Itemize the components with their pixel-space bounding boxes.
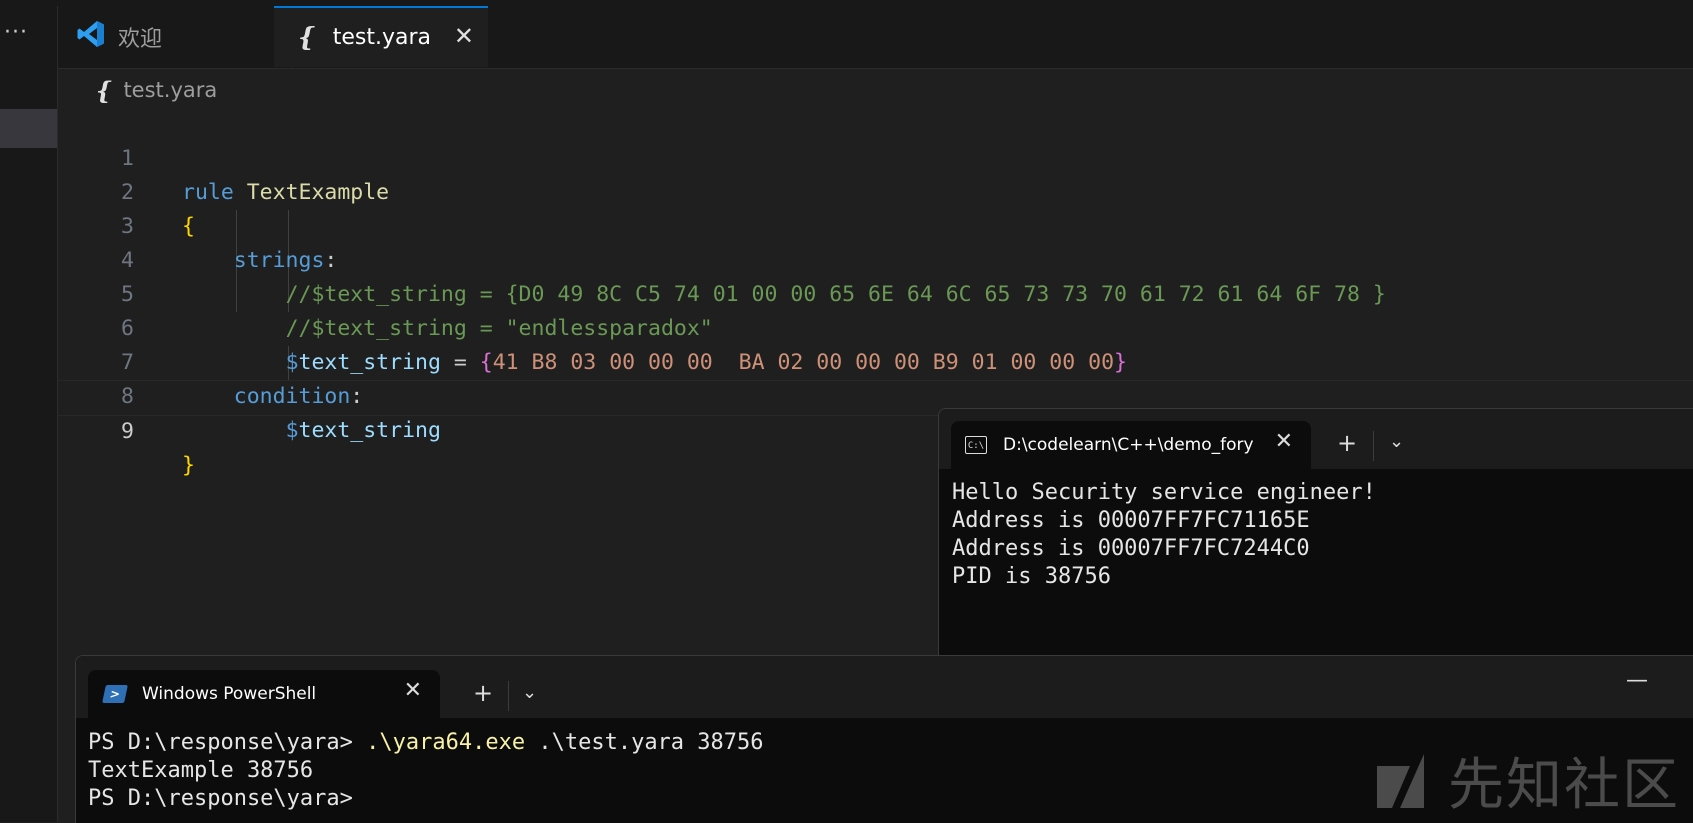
breadcrumb[interactable]: { test.yara [96, 72, 217, 108]
output-line: Address is 00007FF7FC7244C0 [952, 536, 1310, 561]
code-line-3: 3 strings: [58, 176, 1693, 273]
tab-welcome-label: 欢迎 [118, 27, 163, 52]
tab-test-yara-label: test.yara [332, 25, 432, 50]
console-window[interactable]: C:\ D:\codelearn\C++\demo_fory ✕ + ⌄ Hel… [938, 408, 1693, 666]
console-tab[interactable]: C:\ D:\codelearn\C++\demo_fory ✕ [951, 421, 1311, 469]
console-tab-title: D:\codelearn\C++\demo_fory [1003, 435, 1253, 455]
editor-tab-bar: 欢迎 { test.yara ✕ [58, 6, 1693, 69]
breadcrumb-file-label: test.yara [123, 78, 218, 102]
close-icon[interactable]: ✕ [404, 678, 422, 703]
tab-welcome[interactable]: 欢迎 [58, 6, 293, 68]
prompt: PS D:\response\yara> [88, 786, 353, 811]
divider [508, 681, 509, 711]
code-line-2: 2 { [58, 142, 1693, 239]
close-icon[interactable]: ✕ [454, 22, 474, 50]
variable-name: text_string [298, 418, 441, 443]
more-actions-icon[interactable]: ··· [4, 20, 28, 45]
watermark-text: 先知社区 [1448, 753, 1680, 818]
command-line: PS D:\response\yara> .\yara64.exe .\test… [88, 729, 764, 757]
code-line-1: 1 rule TextExample [58, 108, 1693, 205]
command-exe: .\yara64.exe [366, 730, 526, 755]
output-line: TextExample 38756 [88, 758, 314, 783]
minimize-icon[interactable]: — [1626, 668, 1648, 693]
powershell-tab[interactable]: > Windows PowerShell ✕ [88, 670, 440, 718]
watermark: 先知社区 [1372, 740, 1680, 821]
code-line-7: 7 condition: [58, 312, 1693, 409]
output-line: Hello Security service engineer! [952, 480, 1376, 505]
watermark-logo-icon [1377, 753, 1424, 808]
powershell-tab-title: Windows PowerShell [142, 684, 317, 704]
output-line: PID is 38756 [952, 564, 1111, 589]
command-args: .\test.yara 38756 [525, 730, 764, 755]
close-icon[interactable]: ✕ [1275, 429, 1293, 454]
console-output: Hello Security service engineer! Address … [952, 479, 1376, 591]
chevron-down-icon[interactable]: ⌄ [522, 682, 537, 703]
powershell-output[interactable]: PS D:\response\yara> .\yara64.exe .\test… [88, 729, 764, 813]
sidebar-selection-stub [0, 109, 57, 148]
code-line-4: 4 //$text_string = {D0 49 8C C5 74 01 00… [58, 210, 1693, 307]
code-line-6: 6 $text_string = {41 B8 03 00 00 00 BA 0… [58, 278, 1693, 375]
yara-brace-icon: { [298, 22, 315, 53]
prompt: PS D:\response\yara> [88, 730, 367, 755]
powershell-title-bar: > Windows PowerShell ✕ + ⌄ — [76, 656, 1693, 718]
console-title-bar: C:\ D:\codelearn\C++\demo_fory ✕ + ⌄ [939, 409, 1693, 469]
new-tab-icon[interactable]: + [473, 679, 493, 707]
dollar-sign: $ [285, 418, 299, 443]
code-editor[interactable]: 1 rule TextExample 2 { 3 strings: 4 //$t… [58, 108, 1693, 478]
powershell-icon: > [102, 685, 128, 703]
line-number: 9 [121, 419, 134, 444]
cmd-icon: C:\ [965, 436, 987, 454]
tab-test-yara[interactable]: { test.yara ✕ [274, 6, 488, 67]
close-brace: } [182, 453, 195, 478]
chevron-down-icon[interactable]: ⌄ [1389, 431, 1404, 452]
code-line-8: 8 $text_string [58, 346, 1693, 443]
code-line-5: 5 //$text_string = "endlessparadox" [58, 244, 1693, 341]
output-line: Address is 00007FF7FC71165E [952, 508, 1310, 533]
divider [1373, 431, 1374, 461]
yara-brace-icon: { [96, 75, 112, 105]
new-tab-icon[interactable]: + [1337, 429, 1357, 457]
vscode-icon [76, 19, 106, 55]
